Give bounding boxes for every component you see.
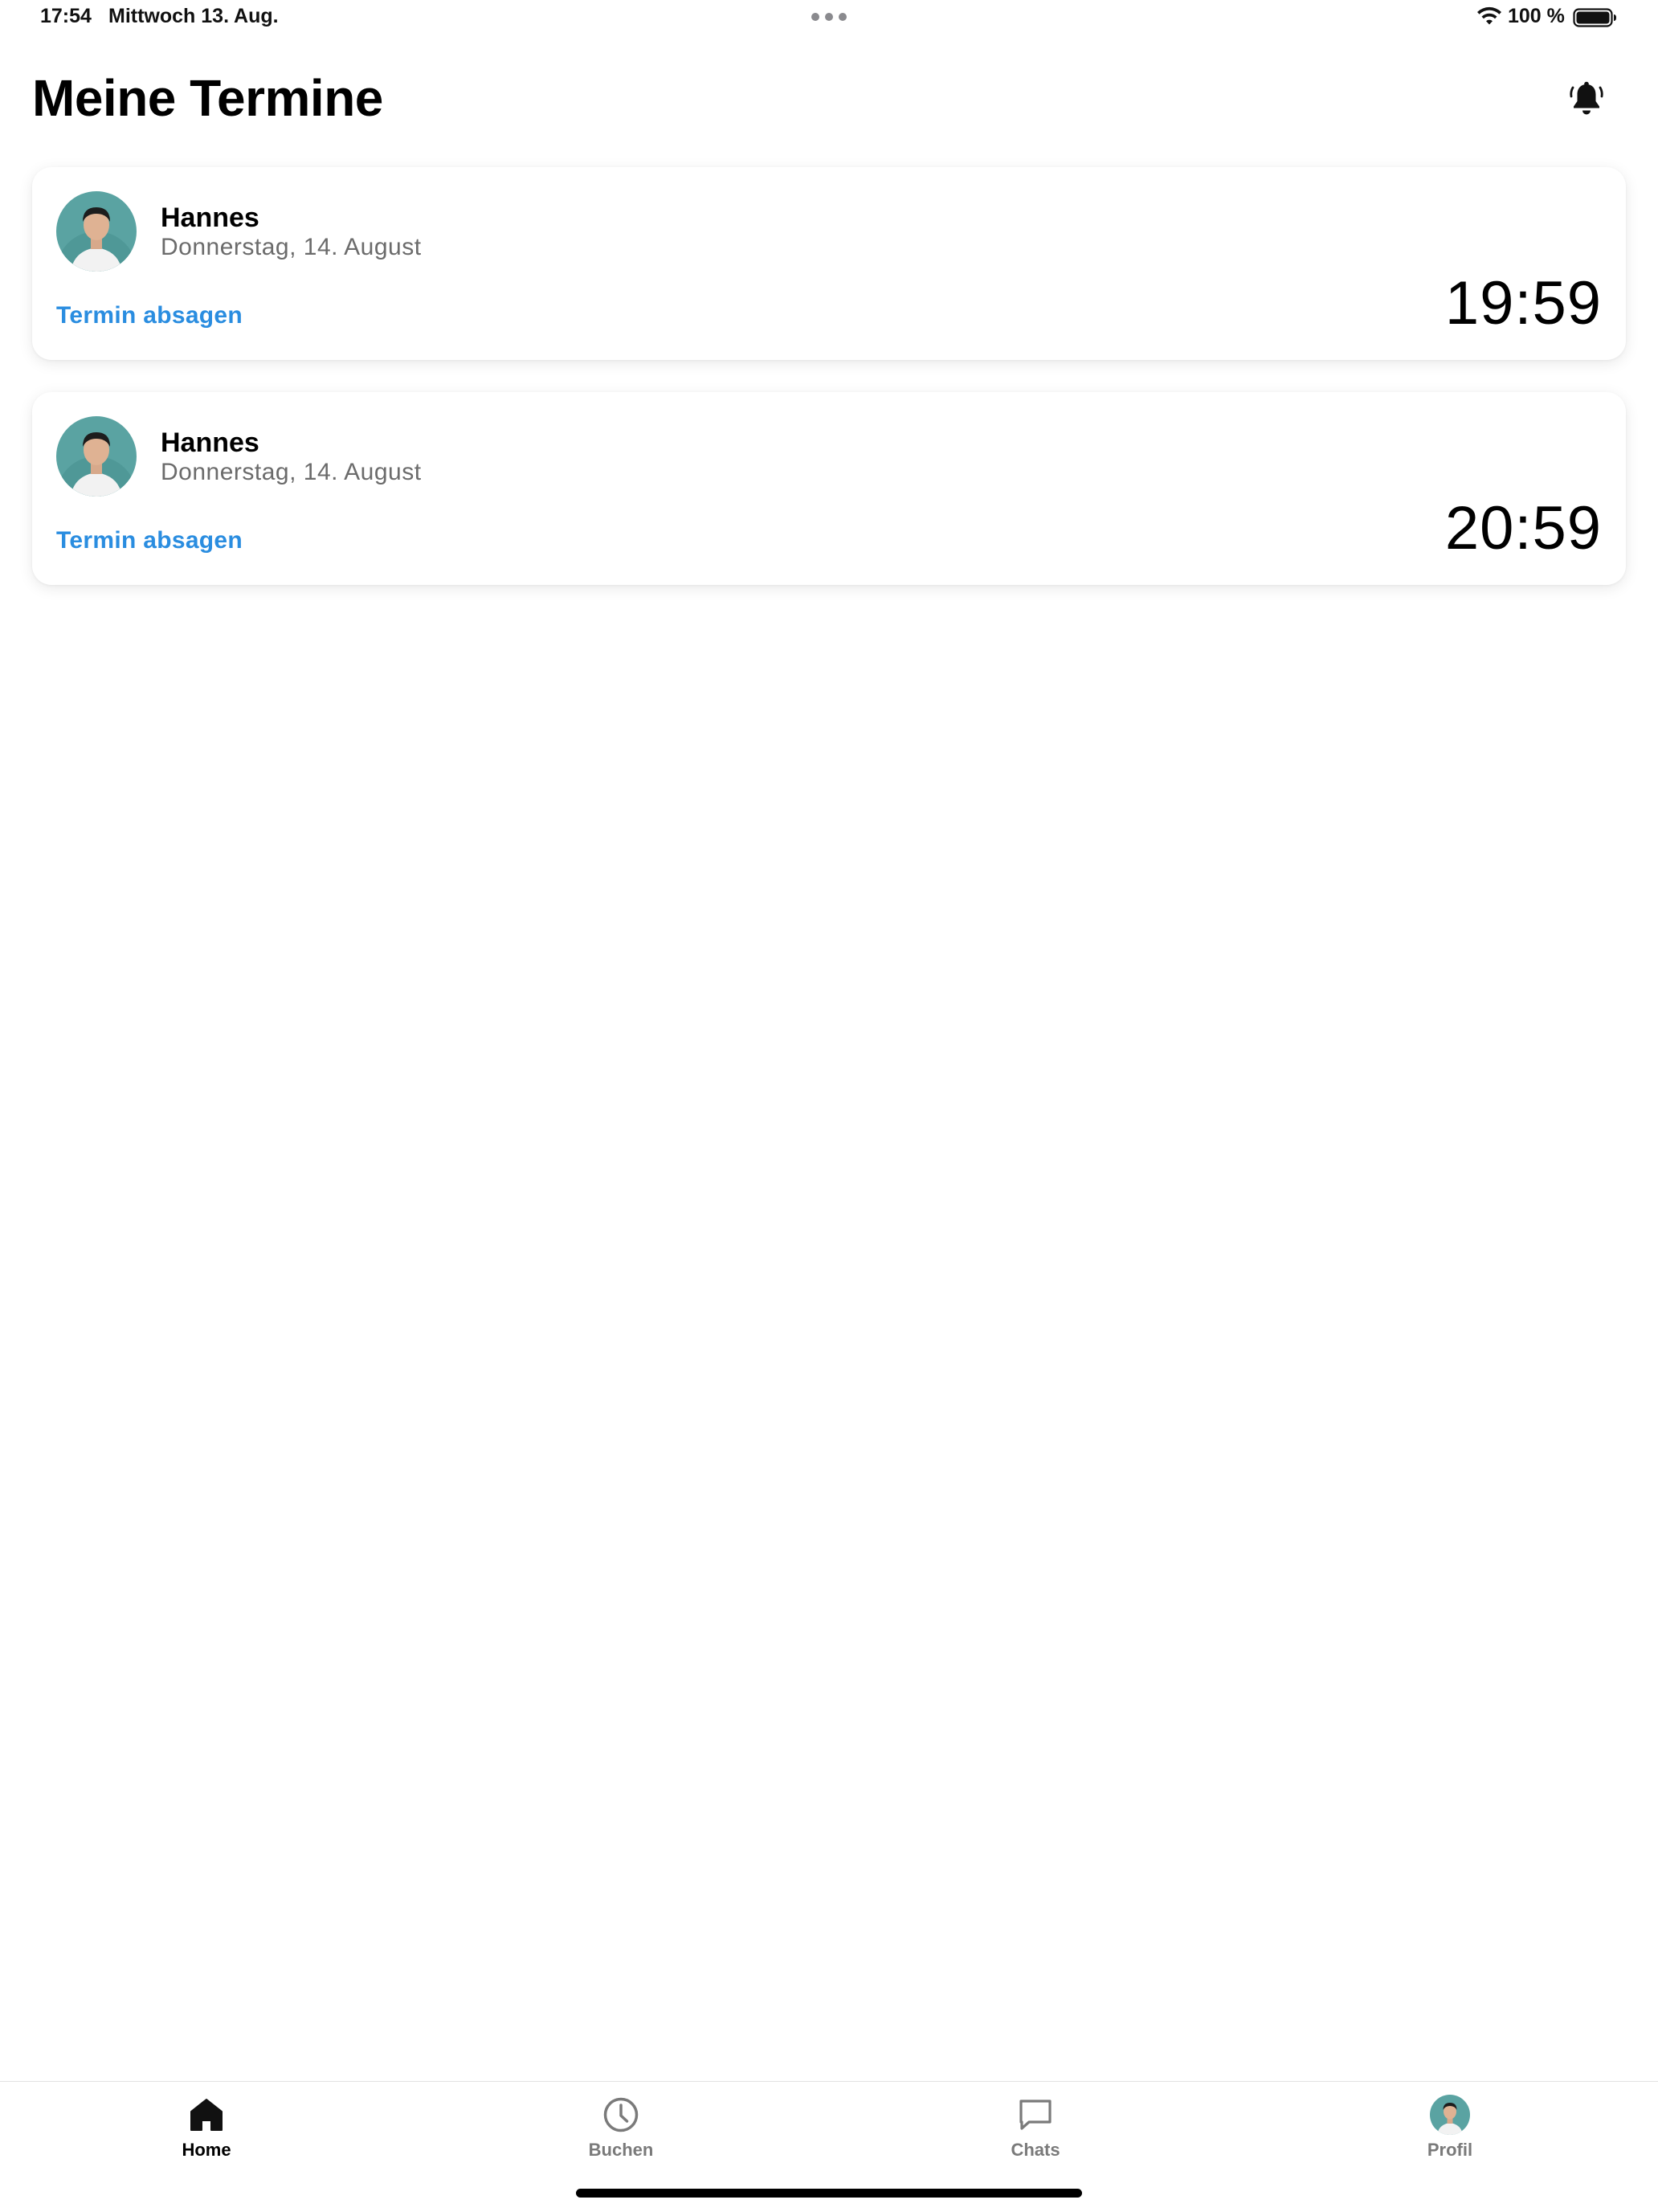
tab-home[interactable]: Home [126, 2095, 287, 2175]
clock-icon [601, 2095, 641, 2135]
appointment-time: 20:59 [1444, 494, 1602, 562]
wifi-icon [1477, 6, 1501, 25]
chat-bubble-icon [1015, 2095, 1056, 2135]
avatar [56, 416, 137, 497]
status-bar: 17:54 Mittwoch 13. Aug. 100 % [0, 0, 1658, 35]
tab-profil[interactable]: Profil [1370, 2095, 1530, 2175]
tab-label: Home [182, 2140, 231, 2160]
battery-icon [1573, 8, 1616, 27]
avatar [1430, 2095, 1470, 2135]
host-name: Hannes [161, 427, 259, 458]
page-title: Meine Termine [32, 69, 383, 127]
avatar [56, 191, 137, 272]
appointments-list: Hannes Donnerstag, 14. August Termin abs… [32, 167, 1626, 617]
battery-percentage: 100 % [1508, 5, 1565, 27]
notifications-button[interactable] [1566, 77, 1607, 121]
appointment-date: Donnerstag, 14. August [161, 234, 422, 260]
tab-label: Chats [1011, 2140, 1060, 2160]
appointment-card[interactable]: Hannes Donnerstag, 14. August Termin abs… [32, 167, 1626, 360]
status-date: Mittwoch 13. Aug. [108, 5, 279, 27]
tab-label: Profil [1427, 2140, 1473, 2160]
appointment-card[interactable]: Hannes Donnerstag, 14. August Termin abs… [32, 392, 1626, 585]
bell-ring-icon [1570, 81, 1603, 115]
home-indicator[interactable] [576, 2189, 1082, 2198]
status-time: 17:54 [40, 5, 92, 27]
appointment-time: 19:59 [1444, 269, 1602, 337]
tab-chats[interactable]: Chats [955, 2095, 1116, 2175]
host-name: Hannes [161, 202, 259, 233]
tab-label: Buchen [588, 2140, 654, 2160]
tab-buchen[interactable]: Buchen [541, 2095, 701, 2175]
appointment-date: Donnerstag, 14. August [161, 459, 422, 485]
cancel-appointment-link[interactable]: Termin absagen [56, 302, 243, 329]
multitasking-dots-icon[interactable] [811, 13, 847, 22]
cancel-appointment-link[interactable]: Termin absagen [56, 527, 243, 554]
home-icon [186, 2095, 227, 2135]
